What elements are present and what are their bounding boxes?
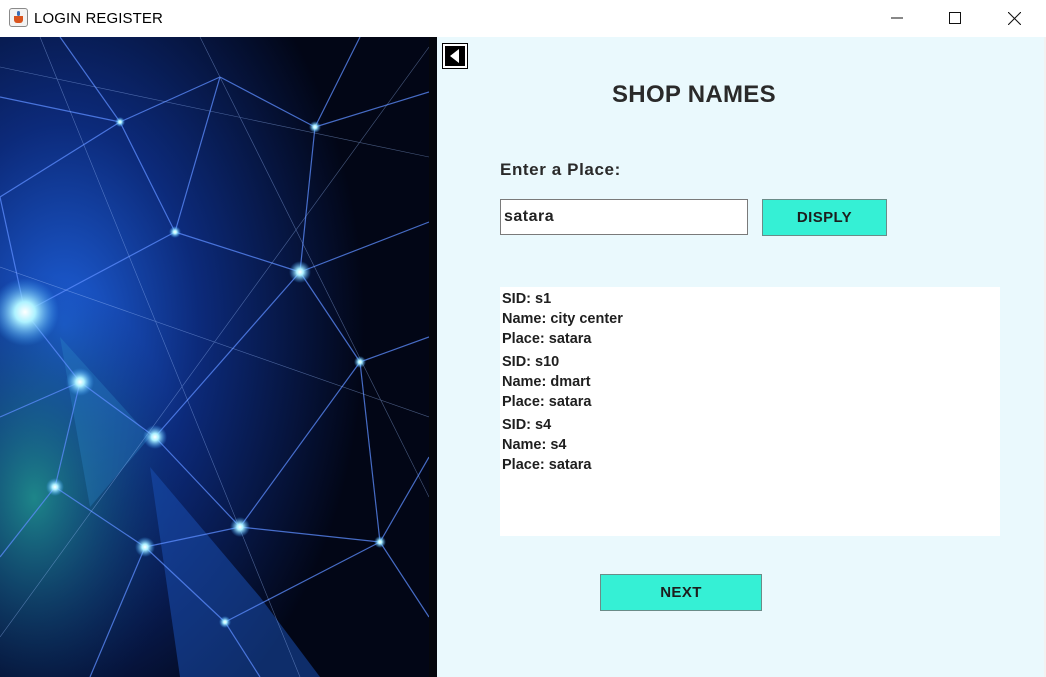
page-title: SHOP NAMES [612, 81, 776, 108]
place-input[interactable] [500, 199, 748, 235]
back-button[interactable] [442, 43, 468, 69]
shop-record: SID: s1 Name: city center Place: satara [502, 289, 1000, 349]
back-arrow-icon [450, 49, 459, 63]
network-graphic [0, 37, 429, 677]
display-button[interactable]: DISPLY [762, 199, 887, 236]
shop-record: SID: s10 Name: dmart Place: satara [502, 352, 1000, 412]
close-button[interactable] [985, 0, 1043, 36]
java-coffee-icon [9, 8, 28, 27]
panel-divider [429, 37, 437, 677]
record-sid: SID: s10 [502, 354, 560, 370]
maximize-icon [949, 12, 961, 24]
content-panel: SHOP NAMES Enter a Place: DISPLY SID: s1… [437, 37, 1044, 677]
minimize-button[interactable] [868, 0, 926, 36]
record-place: Place: satara [502, 331, 592, 347]
close-icon [1007, 11, 1021, 25]
window-title: LOGIN REGISTER [34, 10, 163, 27]
record-name: Name: city center [502, 311, 623, 327]
record-place: Place: satara [502, 457, 592, 473]
record-sid: SID: s1 [502, 291, 552, 307]
shop-record: SID: s4 Name: s4 Place: satara [502, 415, 1000, 475]
minimize-icon [891, 17, 903, 19]
record-place: Place: satara [502, 394, 592, 410]
results-text-area[interactable]: SID: s1 Name: city center Place: satara SID… [500, 287, 1000, 536]
title-bar: LOGIN REGISTER [0, 0, 1046, 36]
next-button[interactable]: NEXT [600, 574, 762, 611]
network-background-image [0, 37, 429, 677]
record-sid: SID: s4 [502, 417, 552, 433]
maximize-button[interactable] [926, 0, 984, 36]
place-label: Enter a Place: [500, 160, 621, 179]
record-name: Name: dmart [502, 374, 591, 390]
record-name: Name: s4 [502, 437, 567, 453]
